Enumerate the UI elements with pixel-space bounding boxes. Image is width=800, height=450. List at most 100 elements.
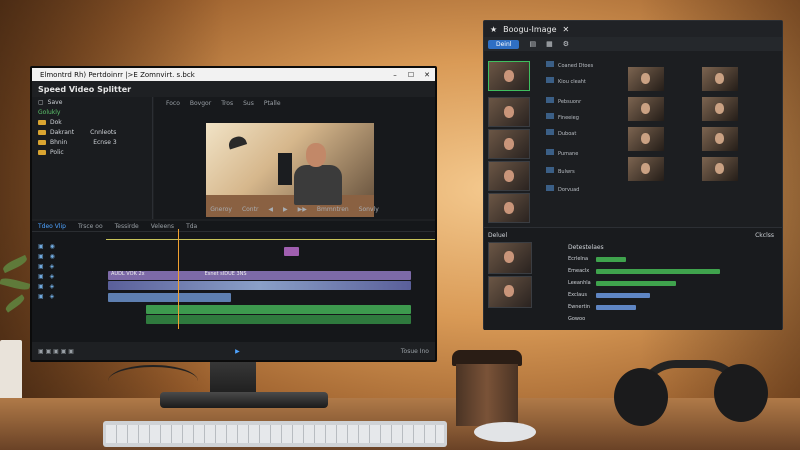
details-panel: Deluel Ckclss Detestelaes Ecrlelna Emeac… [484,227,782,330]
mouse [474,422,536,442]
keyboard [103,421,447,447]
window-titlebar: Elmontrd Rh) Pertdoinrr |>E Zomnvirt. s.… [32,68,435,81]
list-item[interactable]: Bulwrs [546,167,611,187]
control-label[interactable]: Bmmntren [317,206,349,213]
play-icon[interactable]: ▶ [283,206,288,213]
image-browser-window: ★ Boogu-Image ✕ Deinl ▤ ▦ ⚙ Coaned Dtoes… [483,20,783,330]
grid-thumbnail[interactable] [702,127,738,151]
playback-controls: Gneroy Contr ◀ ▶ ▶▶ Bmmntren Sonvly [154,206,435,213]
folder-icon [38,149,46,155]
minimize-icon[interactable]: – [387,71,403,79]
bar-label: Ewnertin [568,304,591,310]
track-header[interactable]: ▣ ◉ [38,241,98,251]
tab-timeline[interactable]: Tdeo Vlip [38,223,66,230]
lock-icon: ▣ [38,252,44,260]
thumbnail[interactable] [488,193,530,223]
tab[interactable]: Tessirde [115,223,139,230]
control-label[interactable]: Contr [242,206,258,213]
grid-thumbnail[interactable] [628,97,664,121]
bar-label: Emeaclx [568,268,590,274]
monitor: Elmontrd Rh) Pertdoinrr |>E Zomnvirt. s.… [30,66,437,362]
thumbnail[interactable] [488,276,532,308]
video-preview[interactable] [206,123,374,217]
close-tab-icon[interactable]: ✕ [563,25,570,34]
lock-icon: ▣ [38,292,44,300]
cup-body [456,364,518,426]
track-header[interactable]: ▣ ◉ [38,251,98,261]
lock-icon: ▣ [38,272,44,280]
bin-item[interactable]: Dok [32,117,152,127]
eye-icon: ◉ [49,252,55,260]
section-label[interactable]: Golukly [32,107,152,117]
next-frame-icon[interactable]: ▶▶ [298,206,307,213]
list-item[interactable]: Duboat [546,129,611,149]
status-bar: ▣ ▣ ▣ ▣ ▣ ▶ Tosue Ino [32,342,435,360]
grid-thumbnail[interactable] [702,157,738,181]
track-header[interactable]: ▣ ◈ [38,271,98,281]
menu-item[interactable]: Bovgor [190,100,211,107]
status-right: Tosue Ino [400,347,429,355]
grid-thumbnail[interactable] [702,97,738,121]
monitor-in-video [278,153,292,185]
speaker-icon: ◈ [49,272,55,280]
timeline-ruler[interactable] [106,231,435,240]
settings-icon[interactable]: ⚙ [563,40,569,48]
save-label[interactable]: Save [48,99,63,106]
tab[interactable]: Trsce oo [78,223,103,230]
music-clip[interactable] [146,305,411,314]
bin-item[interactable]: Polic [32,147,152,157]
menu-item[interactable]: Ptalle [264,100,281,107]
person-head [306,143,326,167]
menu-item[interactable]: Foco [166,100,180,107]
video-clip[interactable] [284,247,299,256]
control-label[interactable]: Gneroy [210,206,232,213]
thumbnail[interactable] [488,242,532,274]
prev-frame-icon[interactable]: ◀ [268,206,273,213]
app-title: Speed Video Splitter [38,84,132,94]
control-label[interactable]: Sonvly [359,206,379,213]
audio-clip[interactable]: AUDL VOK 2x Esnet sIDUE 3NS [108,271,411,280]
bin-item[interactable]: Bhnin Ecnse 3 [32,137,152,147]
bin-item[interactable]: Dakrant Cnnleots [32,127,152,137]
list-item[interactable]: Dorvuad [546,185,611,205]
thumbnail[interactable] [488,97,530,127]
list-item[interactable]: Kiou cleaht [546,77,611,97]
playhead[interactable] [178,229,179,329]
toolbar: Deinl ▤ ▦ ⚙ [484,37,782,51]
thumbnail[interactable] [488,161,530,191]
thumbnail[interactable] [488,61,530,91]
list-item[interactable]: Pumane [546,149,611,169]
menu-item[interactable]: Sus [243,100,254,107]
close-icon[interactable]: ✕ [419,71,435,79]
play-icon[interactable]: ▶ [235,348,240,355]
grid-thumbnail[interactable] [628,157,664,181]
audio-clip[interactable] [108,293,231,302]
tab[interactable]: Veleens [151,223,174,230]
track-header[interactable]: ▣ ◈ [38,291,98,301]
folder-icon[interactable]: ▤ [529,40,536,48]
maximize-icon[interactable]: ☐ [403,71,419,79]
thumbnail[interactable] [488,129,530,159]
grid-thumbnail[interactable] [702,67,738,91]
folder-icon [38,129,46,135]
primary-button[interactable]: Deinl [488,39,520,49]
audio-waveform-clip[interactable] [108,281,411,290]
grid-thumbnail[interactable] [628,67,664,91]
grid-thumbnail[interactable] [628,127,664,151]
bar-label: Leeanhla [568,280,591,286]
grid-icon[interactable]: ▦ [546,40,553,48]
folder-icon [38,139,46,145]
tab[interactable]: Tda [186,223,197,230]
speaker-icon: ◈ [49,282,55,290]
transport-icons[interactable]: ▣ ▣ ▣ ▣ ▣ [38,348,74,355]
speaker-icon: ◈ [49,262,55,270]
progress-bar [596,305,636,310]
music-clip[interactable] [146,315,411,324]
progress-bar [596,257,626,262]
bar-label: Ecrlelna [568,256,589,262]
track-header[interactable]: ▣ ◈ [38,281,98,291]
lock-icon: ▣ [38,242,44,250]
menu-item[interactable]: Tros [221,100,233,107]
save-icon: ▢ [38,98,44,106]
track-header[interactable]: ▣ ◈ [38,261,98,271]
